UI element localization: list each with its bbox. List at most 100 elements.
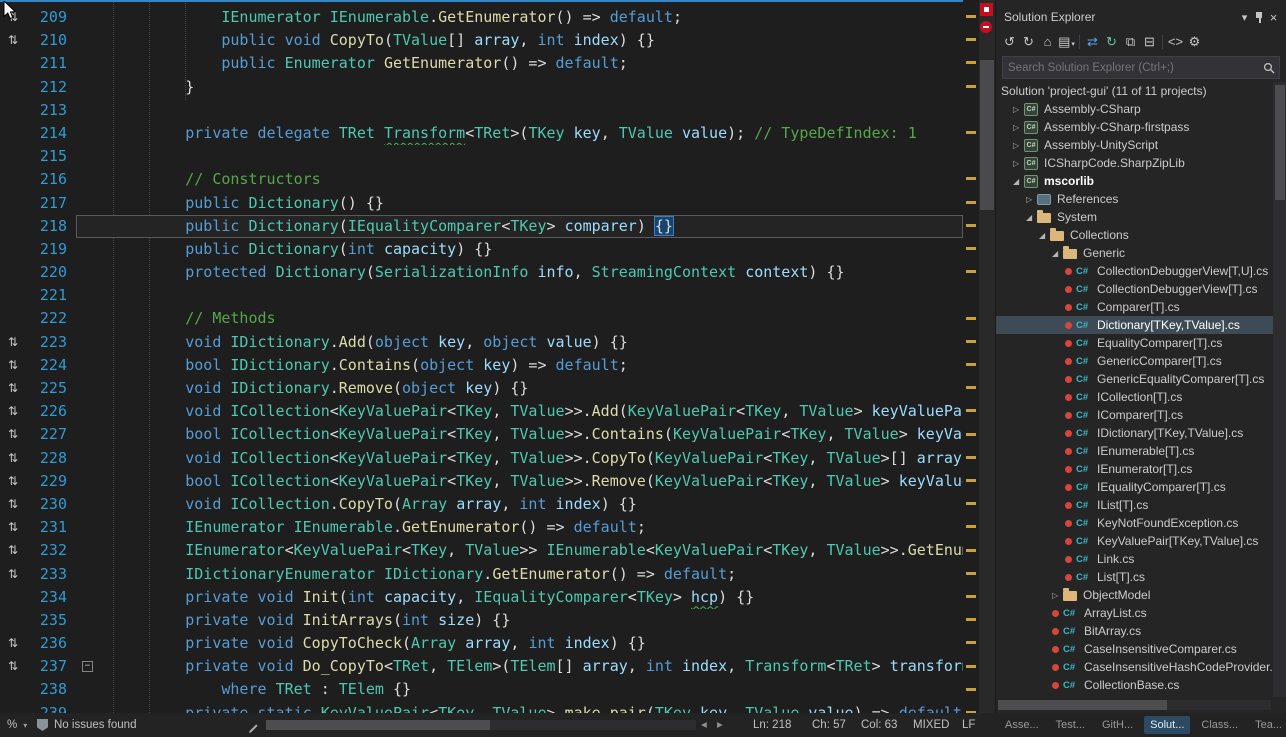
refresh-icon[interactable]: ↻ (1102, 32, 1121, 51)
tree-item[interactable]: C#Link.cs (996, 550, 1273, 568)
chevron-collapsed-icon[interactable]: ▷ (1013, 105, 1024, 114)
code-line-232[interactable]: ⇅232 IEnumerator<KeyValuePair<TKey, TVal… (0, 539, 963, 562)
line-number[interactable]: 222 (26, 307, 76, 330)
code-line-229[interactable]: ⇅229 bool ICollection<KeyValuePair<TKey,… (0, 470, 963, 493)
tree-item[interactable]: C#IEnumerator[T].cs (996, 460, 1273, 478)
line-number[interactable]: 236 (26, 632, 76, 655)
code-line-227[interactable]: ⇅227 bool ICollection<KeyValuePair<TKey,… (0, 423, 963, 446)
code-line-214[interactable]: 214 private delegate TRet Transform<TRet… (0, 122, 963, 145)
code-line-218[interactable]: 218 public Dictionary(IEqualityComparer<… (0, 215, 963, 238)
updown-arrows-icon[interactable]: ⇅ (0, 632, 26, 655)
panel-tab[interactable]: Solut... (1144, 716, 1190, 734)
code-line-223[interactable]: ⇅223 void IDictionary.Add(object key, ob… (0, 331, 963, 354)
updown-arrows-icon[interactable]: ⇅ (0, 516, 26, 539)
tree-item[interactable]: Solution 'project-gui' (11 of 11 project… (996, 82, 1273, 100)
switch-views-icon[interactable]: ▤▾ (1057, 32, 1076, 51)
blocked-indicator-icon[interactable] (980, 21, 992, 33)
tree-item[interactable]: C#CollectionBase.cs (996, 676, 1273, 694)
tree-item[interactable]: C#ArrayList.cs (996, 604, 1273, 622)
line-number[interactable]: 219 (26, 238, 76, 261)
code-line-213[interactable]: 213 (0, 99, 963, 122)
line-number[interactable]: 225 (26, 377, 76, 400)
line-number[interactable]: 217 (26, 192, 76, 215)
code-line-237[interactable]: ⇅237− private void Do_CopyTo<TRet, TElem… (0, 655, 963, 678)
line-number[interactable]: 239 (26, 702, 76, 713)
properties-icon[interactable]: ⚙ (1185, 32, 1204, 51)
line-number[interactable]: 233 (26, 563, 76, 586)
code-line-226[interactable]: ⇅226 void ICollection<KeyValuePair<TKey,… (0, 400, 963, 423)
tree-item[interactable]: C#CollectionDebuggerView[T,U].cs (996, 262, 1273, 280)
window-position-icon[interactable]: ▾ (1236, 11, 1253, 24)
code-line-212[interactable]: 212 } (0, 76, 963, 99)
line-number[interactable]: 237 (26, 655, 76, 678)
line-number[interactable]: 227 (26, 423, 76, 446)
tree-item[interactable]: C#KeyNotFoundException.cs (996, 514, 1273, 532)
tree-item[interactable]: ◢Collections (996, 226, 1273, 244)
panel-tab[interactable]: GitH... (1096, 716, 1139, 734)
line-number[interactable]: 226 (26, 400, 76, 423)
chevron-expanded-icon[interactable]: ◢ (1052, 249, 1063, 258)
line-number[interactable]: 211 (26, 52, 76, 75)
tree-item[interactable]: C#ICollection[T].cs (996, 388, 1273, 406)
home-icon[interactable]: ⌂ (1038, 32, 1057, 51)
code-line-235[interactable]: 235 private void InitArrays(int size) {} (0, 609, 963, 632)
line-number[interactable]: 221 (26, 284, 76, 307)
tree-item[interactable]: C#IEqualityComparer[T].cs (996, 478, 1273, 496)
code-line-209[interactable]: ⇅209 IEnumerator IEnumerable.GetEnumerat… (0, 6, 963, 29)
navigate-forward-icon[interactable]: ↻ (1019, 32, 1038, 51)
tree-item[interactable]: ▷ObjectModel (996, 586, 1273, 604)
close-icon[interactable]: × (1265, 10, 1282, 25)
code-line-219[interactable]: 219 public Dictionary(int capacity) {} (0, 238, 963, 261)
editor-hscroll-track[interactable] (266, 720, 696, 730)
line-number[interactable]: 232 (26, 539, 76, 562)
line-number[interactable]: 231 (26, 516, 76, 539)
line-number[interactable]: 229 (26, 470, 76, 493)
chevron-collapsed-icon[interactable]: ▷ (1052, 591, 1063, 600)
updown-arrows-icon[interactable]: ⇅ (0, 331, 26, 354)
tree-item[interactable]: ◢C#mscorlib (996, 172, 1273, 190)
navigate-back-icon[interactable]: ↺ (1000, 32, 1019, 51)
code-line-211[interactable]: 211 public Enumerator GetEnumerator() =>… (0, 52, 963, 75)
code-line-236[interactable]: ⇅236 private void CopyToCheck(Array arra… (0, 632, 963, 655)
editor-vscroll-thumb[interactable] (980, 60, 994, 210)
tree-item[interactable]: C#KeyValuePair[TKey,TValue].cs (996, 532, 1273, 550)
panel-tab[interactable]: Asse... (999, 716, 1045, 734)
scroll-right-icon[interactable]: ▸ (717, 713, 723, 737)
line-number[interactable]: 212 (26, 76, 76, 99)
search-input[interactable] (1003, 62, 1263, 74)
updown-arrows-icon[interactable]: ⇅ (0, 493, 26, 516)
tree-item[interactable]: C#BitArray.cs (996, 622, 1273, 640)
updown-arrows-icon[interactable]: ⇅ (0, 447, 26, 470)
tree-item[interactable]: C#IEnumerable[T].cs (996, 442, 1273, 460)
code-line-228[interactable]: ⇅228 void ICollection<KeyValuePair<TKey,… (0, 447, 963, 470)
code-line-230[interactable]: ⇅230 void ICollection.CopyTo(Array array… (0, 493, 963, 516)
line-number[interactable]: 209 (26, 6, 76, 29)
chevron-collapsed-icon[interactable]: ▷ (1013, 141, 1024, 150)
editor-hscroll-thumb[interactable] (266, 720, 490, 730)
sync-with-active-document-icon[interactable]: ⇄ (1083, 32, 1102, 51)
tree-item[interactable]: C#GenericComparer[T].cs (996, 352, 1273, 370)
search-icon[interactable] (1263, 62, 1275, 74)
scroll-left-icon[interactable]: ◂ (701, 713, 707, 737)
updown-arrows-icon[interactable]: ⇅ (0, 354, 26, 377)
line-number[interactable]: 213 (26, 99, 76, 122)
code-line-215[interactable]: 215 (0, 145, 963, 168)
updown-arrows-icon[interactable]: ⇅ (0, 539, 26, 562)
collapse-all-icon[interactable]: ⊟ (1140, 32, 1159, 51)
tree-item[interactable]: C#Comparer[T].cs (996, 298, 1273, 316)
line-number[interactable]: 230 (26, 493, 76, 516)
code-line-210[interactable]: ⇅210 public void CopyTo(TValue[] array, … (0, 29, 963, 52)
code-line-238[interactable]: 238 where TRet : TElem {} (0, 678, 963, 701)
line-number[interactable]: 238 (26, 678, 76, 701)
tree-item[interactable]: C#IList[T].cs (996, 496, 1273, 514)
line-number[interactable]: 223 (26, 331, 76, 354)
tree-item[interactable]: ▷C#Assembly-CSharp-firstpass (996, 118, 1273, 136)
tree-item[interactable]: ◢Generic (996, 244, 1273, 262)
line-number[interactable]: 214 (26, 122, 76, 145)
tree-item[interactable]: C#CaseInsensitiveComparer.cs (996, 640, 1273, 658)
chevron-collapsed-icon[interactable]: ▷ (1013, 123, 1024, 132)
updown-arrows-icon[interactable]: ⇅ (0, 470, 26, 493)
line-number[interactable]: 234 (26, 586, 76, 609)
updown-arrows-icon[interactable]: ⇅ (0, 400, 26, 423)
line-number[interactable]: 216 (26, 168, 76, 191)
